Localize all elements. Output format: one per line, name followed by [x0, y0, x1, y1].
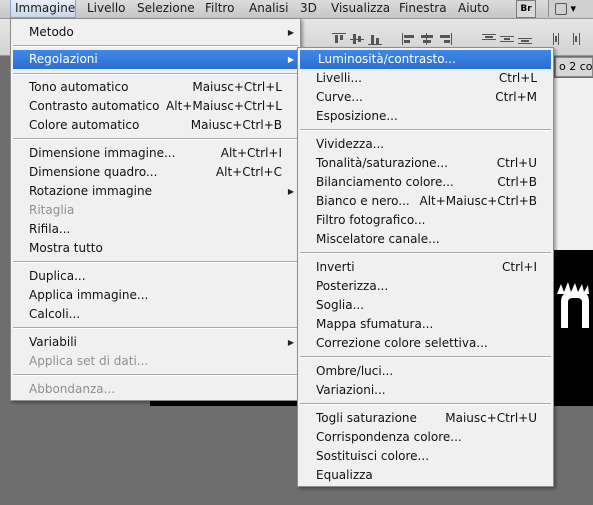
submenu-arrow-icon: ▶: [287, 338, 294, 347]
menu-separator: [300, 129, 551, 131]
menu-item-soglia[interactable]: Soglia...: [298, 296, 553, 315]
menu-item-correzione-colore-selettiva[interactable]: Correzione colore selettiva...: [298, 334, 553, 353]
document-canvas[interactable]: [553, 78, 593, 250]
chevron-down-icon: ▾: [570, 2, 577, 15]
immagine-menu: Metodo ▶ Regolazioni ▶ Tono automatico Maiu…: [10, 18, 301, 401]
menu-item-curve[interactable]: Curve... Ctrl+M: [298, 88, 553, 107]
menu-bar: Immagine Livello Selezione Filtro Analis…: [0, 0, 593, 19]
menu-item-dimensione-quadro[interactable]: Dimensione quadro... Alt+Ctrl+C: [11, 163, 300, 182]
menu-item-applica-set-dati: Applica set di dati...: [29, 354, 149, 368]
menu-separator: [300, 252, 551, 254]
zoom-dropdown[interactable]: ▾: [548, 0, 593, 17]
menu-separator: [13, 45, 298, 47]
menu-separator: [13, 138, 298, 140]
menu-item-colore-automatico[interactable]: Colore automatico Maiusc+Ctrl+B: [11, 116, 300, 135]
menu-item-abbondanza: Abbondanza...: [29, 382, 116, 396]
zoom-icon: [555, 3, 567, 15]
menu-item-metodo[interactable]: Metodo ▶: [11, 23, 300, 42]
menu-item-tono-automatico[interactable]: Tono automatico Maiusc+Ctrl+L: [11, 78, 300, 97]
align-left-icon[interactable]: [402, 33, 416, 45]
menu-item-posterizza[interactable]: Posterizza...: [298, 277, 553, 296]
menu-separator: [13, 73, 298, 75]
menu-item-mostra-tutto[interactable]: Mostra tutto: [11, 239, 300, 258]
menu-separator: [13, 374, 298, 376]
align-vcenter-icon[interactable]: [350, 33, 364, 45]
menu-separator: [13, 327, 298, 329]
regolazioni-submenu: Luminosità/contrasto... Livelli... Ctrl+L…: [297, 47, 554, 487]
menu-item-applica-immagine[interactable]: Applica immagine...: [11, 286, 300, 305]
distribute-bottom-icon[interactable]: [518, 33, 532, 45]
menu-selezione[interactable]: Selezione: [137, 0, 195, 18]
menu-aiuto[interactable]: Aiuto: [458, 0, 489, 18]
align-bottom-icon[interactable]: [368, 33, 382, 45]
menu-separator: [300, 356, 551, 358]
menu-item-inverti[interactable]: Inverti Ctrl+I: [298, 258, 553, 277]
submenu-arrow-icon: ▶: [287, 55, 294, 64]
submenu-arrow-icon: ▶: [287, 28, 294, 37]
menu-item-regolazioni[interactable]: Regolazioni ▶: [13, 50, 298, 69]
menu-separator: [13, 261, 298, 263]
menu-item-corrispondenza-colore[interactable]: Corrispondenza colore...: [298, 428, 553, 447]
menu-item-esposizione[interactable]: Esposizione...: [298, 107, 553, 126]
menu-item-variabili[interactable]: Variabili ▶: [11, 333, 300, 352]
menu-item-rifila[interactable]: Rifila...: [11, 220, 300, 239]
bridge-button[interactable]: Br: [516, 0, 536, 18]
menu-item-ritaglia: Ritaglia: [29, 203, 75, 217]
menu-item-miscelatore-canale[interactable]: Miscelatore canale...: [298, 230, 553, 249]
menu-analisi[interactable]: Analisi: [249, 0, 288, 18]
menu-separator: [300, 403, 551, 405]
menu-item-vividezza[interactable]: Vividezza...: [298, 135, 553, 154]
menu-item-mappa-sfumatura[interactable]: Mappa sfumatura...: [298, 315, 553, 334]
menu-item-variazioni[interactable]: Variazioni...: [298, 381, 553, 400]
distribute-vcenter-icon[interactable]: [500, 33, 514, 45]
menu-item-dimensione-immagine[interactable]: Dimensione immagine... Alt+Ctrl+I: [11, 144, 300, 163]
submenu-arrow-icon: ▶: [287, 187, 294, 196]
menu-item-sostituisci-colore[interactable]: Sostituisci colore...: [298, 447, 553, 466]
menu-item-togli-saturazione[interactable]: Togli saturazione Maiusc+Ctrl+U: [298, 409, 553, 428]
canvas-graphic: [557, 282, 589, 328]
menu-item-contrasto-automatico[interactable]: Contrasto automatico Alt+Maiusc+Ctrl+L: [11, 97, 300, 116]
menu-item-rotazione-immagine[interactable]: Rotazione immagine ▶: [11, 182, 300, 201]
distribute-hcenter-icon[interactable]: [570, 33, 584, 45]
menu-livello[interactable]: Livello: [87, 0, 126, 18]
menu-filtro[interactable]: Filtro: [205, 0, 234, 18]
align-top-icon[interactable]: [332, 33, 346, 45]
distribute-left-icon[interactable]: [552, 33, 566, 45]
menu-item-duplica[interactable]: Duplica...: [11, 267, 300, 286]
document-tab[interactable]: o 2 cop: [555, 57, 593, 77]
menu-finestra[interactable]: Finestra: [399, 0, 447, 18]
menu-immagine[interactable]: Immagine: [10, 0, 76, 18]
menu-item-bilanciamento-colore[interactable]: Bilanciamento colore... Ctrl+B: [298, 173, 553, 192]
menu-item-bianco-e-nero[interactable]: Bianco e nero... Alt+Maiusc+Ctrl+B: [298, 192, 553, 211]
distribute-top-icon[interactable]: [482, 33, 496, 45]
align-right-icon[interactable]: [438, 33, 452, 45]
menu-item-ombre-luci[interactable]: Ombre/luci...: [298, 362, 553, 381]
menu-item-filtro-fotografico[interactable]: Filtro fotografico...: [298, 211, 553, 230]
align-hcenter-icon[interactable]: [420, 33, 434, 45]
menu-visualizza[interactable]: Visualizza: [331, 0, 390, 18]
menu-item-livelli[interactable]: Livelli... Ctrl+L: [298, 69, 553, 88]
menu-item-calcoli[interactable]: Calcoli...: [11, 305, 300, 324]
menu-item-equalizza[interactable]: Equalizza: [298, 466, 553, 485]
menu-item-tonalita-saturazione[interactable]: Tonalità/saturazione... Ctrl+U: [298, 154, 553, 173]
menu-item-luminosita-contrasto[interactable]: Luminosità/contrasto...: [300, 50, 551, 69]
menu-3d[interactable]: 3D: [300, 0, 317, 18]
